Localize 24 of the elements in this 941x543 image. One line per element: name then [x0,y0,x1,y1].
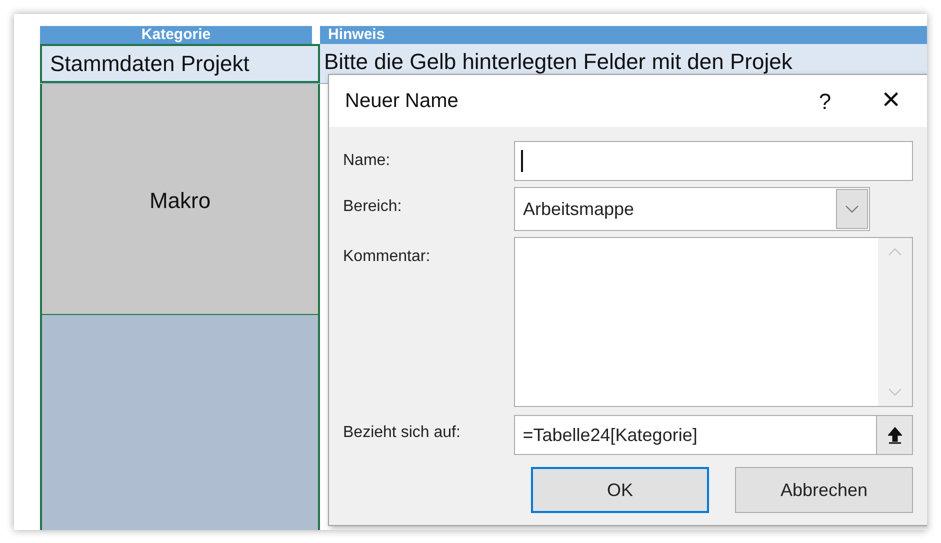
field-label: Kommentar: [343,247,432,267]
dialog-title: Neuer Name [345,89,460,114]
table-cell: Stammdaten Projekt [40,44,320,83]
table-cell: Makro [40,84,320,314]
help-button[interactable]: ? [805,81,845,121]
close-button[interactable]: ✕ [871,81,911,121]
chevron-down-icon[interactable] [836,189,868,229]
text-cursor [520,150,523,172]
scope-dropdown[interactable]: Arbeitsmappe [514,187,870,231]
comment-field[interactable] [514,237,913,407]
scroll-down-icon[interactable] [888,388,902,396]
reference-field[interactable]: =Tabelle24[Kategorie] [514,415,913,455]
name-field[interactable] [514,141,913,181]
field-label: Bereich: [343,197,403,217]
field-label: Bezieht sich auf: [343,423,462,443]
upload-arrow-icon [888,426,902,444]
dialog-button[interactable]: Abbrechen [735,467,913,513]
scroll-up-icon[interactable] [888,248,902,256]
collapse-button[interactable] [876,416,912,454]
field-label: Name: [343,151,392,171]
column-header: Hinweis [327,26,385,44]
scrollbar[interactable] [878,238,912,406]
table-cell-text: Bitte die Gelb hinterlegten Felder mit den Projek [323,48,792,76]
dialog-button[interactable]: OK [531,467,710,513]
